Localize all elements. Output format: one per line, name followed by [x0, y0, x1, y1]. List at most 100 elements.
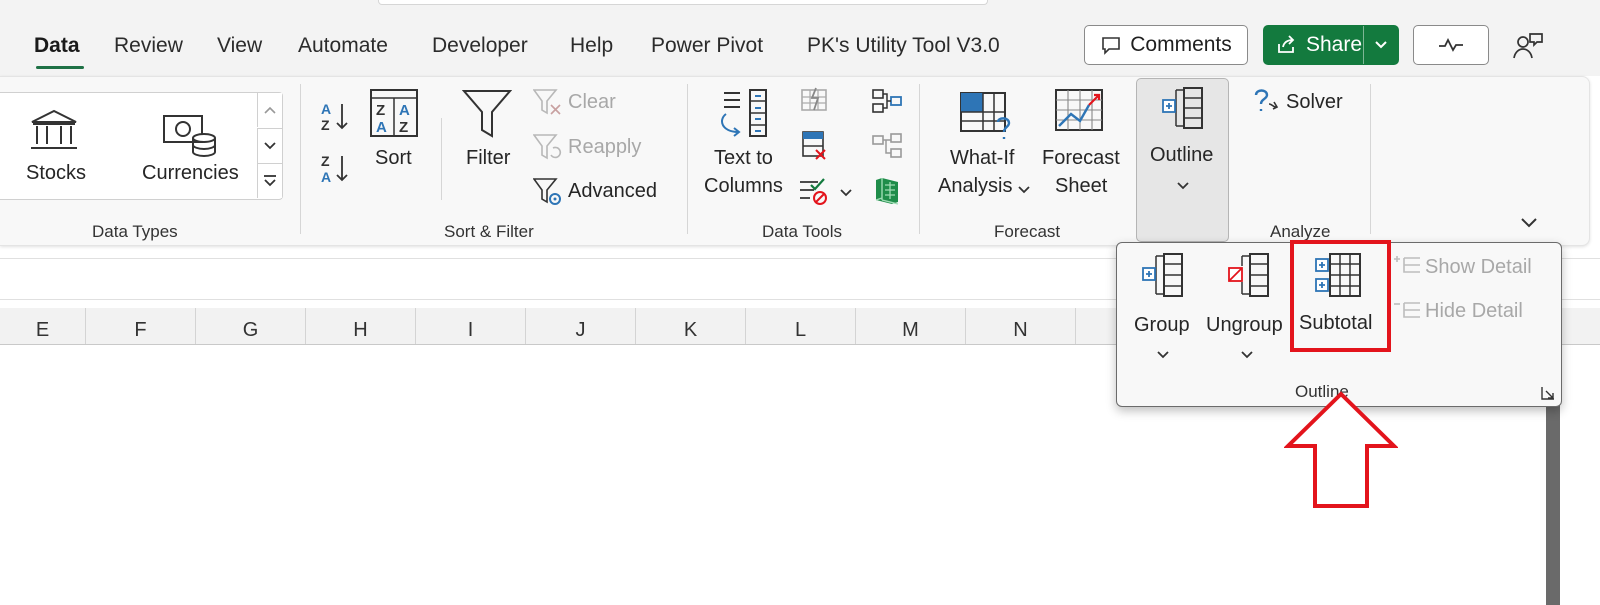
outline-settings-launcher[interactable] [1540, 385, 1556, 406]
sort-label: Sort [375, 147, 412, 169]
group-divider [1370, 84, 1371, 234]
share-label: Share [1306, 33, 1363, 56]
sort-a-to-z-button[interactable]: AZ [318, 100, 352, 139]
vertical-scrollbar[interactable] [1546, 395, 1560, 605]
comment-icon [1102, 37, 1121, 55]
advanced-filter-icon [532, 177, 563, 212]
collapse-ribbon-button[interactable] [1520, 216, 1538, 234]
sort-ascending-icon: AZ [321, 101, 348, 133]
what-if-analysis-button[interactable] [958, 90, 1016, 147]
text-to-columns-label-2: Columns [704, 175, 783, 197]
tab-pk-utility-tool[interactable]: PK's Utility Tool V3.0 [807, 34, 1000, 58]
currencies-button[interactable] [162, 112, 220, 165]
svg-text:A: A [399, 102, 410, 119]
text-to-columns-icon [721, 89, 767, 137]
what-if-icon [960, 92, 1011, 139]
bank-icon [31, 109, 77, 149]
show-detail-label[interactable]: Show Detail [1425, 253, 1532, 281]
what-if-label-1: What-If [950, 147, 1015, 169]
filter-button[interactable] [461, 88, 513, 145]
copilot-button[interactable] [1512, 30, 1544, 62]
column-header-h[interactable]: H [306, 308, 416, 344]
group-label: Group [1134, 314, 1190, 336]
group-icon [1142, 253, 1183, 297]
tab-data[interactable]: Data [34, 34, 80, 58]
svg-text:A: A [376, 119, 387, 136]
filter-icon [461, 90, 513, 138]
analyze-group-label: Analyze [1270, 222, 1331, 241]
currencies-label: Currencies [142, 162, 239, 184]
data-types-group-label: Data Types [92, 222, 178, 241]
sort-z-to-a-button[interactable]: ZA [318, 152, 352, 191]
data-tools-group-label: Data Tools [762, 222, 843, 241]
forecast-sheet-button[interactable] [1054, 88, 1106, 141]
share-icon [1278, 35, 1295, 53]
column-header-j[interactable]: J [526, 308, 636, 344]
tab-power-pivot[interactable]: Power Pivot [651, 34, 763, 58]
column-header-e[interactable]: E [0, 308, 86, 344]
svg-text:Z: Z [321, 153, 330, 169]
remove-duplicates-button[interactable] [800, 130, 830, 167]
ungroup-button[interactable] [1226, 252, 1272, 305]
text-to-columns-button[interactable] [716, 88, 770, 145]
column-header-n[interactable]: N [966, 308, 1076, 344]
relationships-button[interactable] [871, 132, 903, 165]
outline-icon [1160, 86, 1206, 137]
svg-text:A: A [321, 101, 331, 117]
column-header-g[interactable]: G [196, 308, 306, 344]
group-divider [300, 84, 301, 234]
group-divider [687, 84, 688, 234]
chevron-down-icon [840, 189, 852, 197]
svg-text:A: A [321, 169, 331, 185]
hide-detail-icon [1392, 300, 1422, 327]
activity-button[interactable] [1413, 25, 1489, 65]
data-validation-dropdown[interactable] [840, 184, 852, 202]
reapply-label[interactable]: Reapply [568, 133, 641, 161]
consolidate-icon [872, 89, 902, 113]
hide-detail-label[interactable]: Hide Detail [1425, 297, 1523, 325]
column-header-i[interactable]: I [416, 308, 526, 344]
activity-icon [1439, 38, 1463, 52]
remove-duplicates-icon [802, 131, 826, 160]
ungroup-dropdown-chevron[interactable] [1241, 346, 1253, 364]
chevron-down-icon [1521, 218, 1537, 228]
flash-fill-button[interactable] [800, 86, 830, 119]
forecast-sheet-label-2: Sheet [1055, 175, 1108, 197]
data-model-button[interactable] [871, 176, 903, 211]
consolidate-button[interactable] [871, 88, 903, 119]
gallery-scroll-down[interactable] [257, 128, 282, 163]
column-header-l[interactable]: L [746, 308, 856, 344]
group-divider [919, 84, 920, 234]
tab-view[interactable]: View [217, 34, 262, 58]
comments-button[interactable]: Comments [1084, 25, 1248, 65]
column-header-k[interactable]: K [636, 308, 746, 344]
svg-text:Z: Z [321, 117, 330, 133]
solver-label[interactable]: Solver [1286, 88, 1343, 116]
chevron-up-icon [264, 106, 276, 114]
tab-automate[interactable]: Automate [298, 34, 388, 58]
sort-button[interactable]: ZAAZ [369, 88, 419, 143]
share-dropdown-chevron[interactable] [1363, 26, 1398, 64]
data-model-icon [875, 178, 899, 205]
group-dropdown-chevron[interactable] [1157, 346, 1169, 364]
data-validation-button[interactable] [798, 176, 830, 211]
group-button[interactable] [1140, 252, 1186, 305]
advanced-label[interactable]: Advanced [568, 177, 657, 205]
stocks-button[interactable] [28, 108, 80, 159]
tab-developer[interactable]: Developer [432, 34, 528, 58]
chevron-down-icon [1157, 351, 1169, 359]
column-header-f[interactable]: F [86, 308, 196, 344]
chevron-down-icon [1177, 182, 1189, 190]
clear-label[interactable]: Clear [568, 88, 616, 116]
what-if-label-2: Analysis [938, 175, 1013, 197]
outline-dropdown-chevron [1177, 177, 1189, 195]
what-if-dropdown[interactable] [1018, 181, 1030, 199]
forecast-sheet-icon [1055, 89, 1103, 131]
tab-review[interactable]: Review [114, 34, 183, 58]
column-header-m[interactable]: M [856, 308, 966, 344]
tab-help[interactable]: Help [570, 34, 613, 58]
ungroup-icon [1228, 253, 1269, 297]
gallery-scroll-up[interactable] [257, 93, 282, 127]
share-button[interactable]: Share [1263, 25, 1399, 65]
gallery-more[interactable] [257, 163, 282, 198]
